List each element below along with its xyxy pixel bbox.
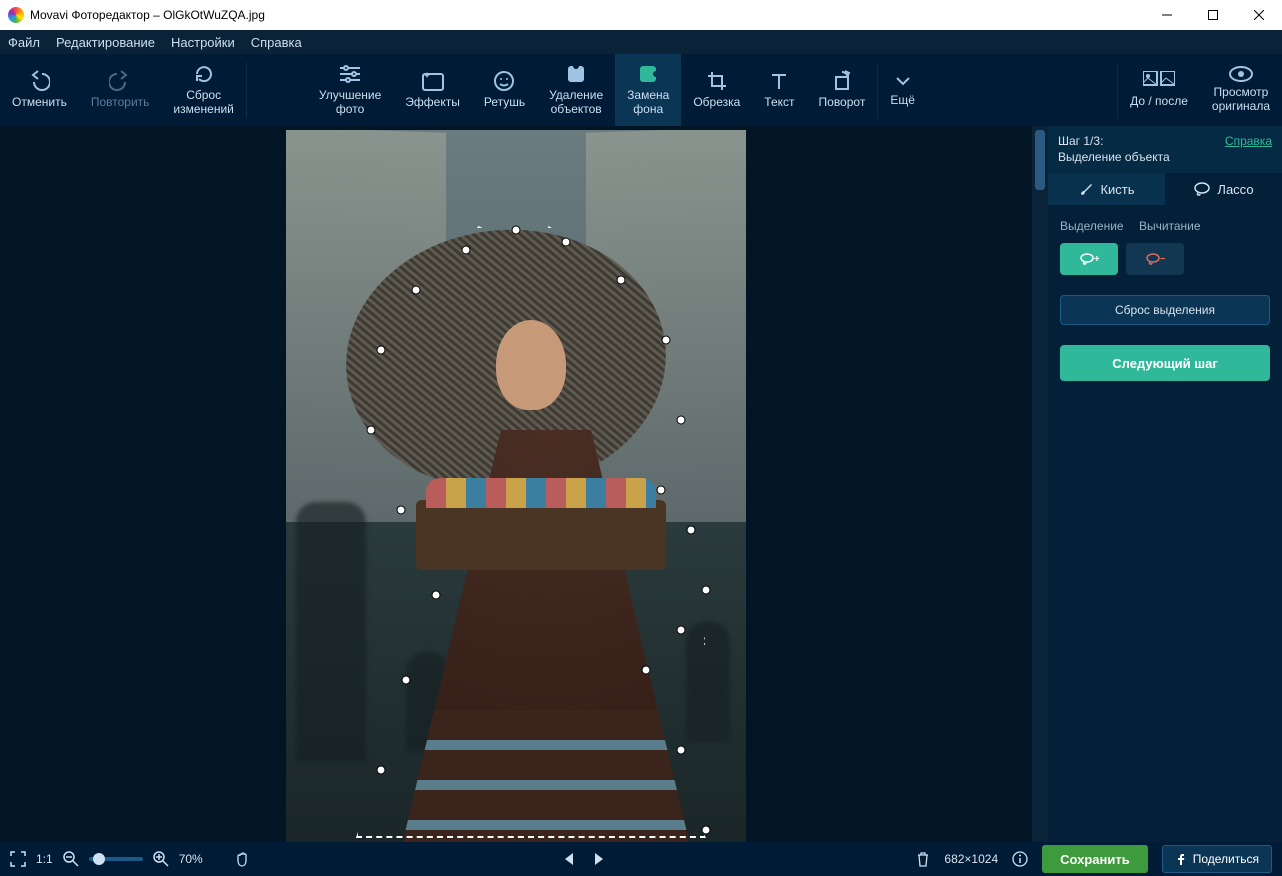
rotate-label: Поворот	[819, 96, 866, 110]
subtract-selection-button[interactable]: −	[1126, 243, 1184, 275]
prev-image-icon[interactable]	[563, 852, 575, 866]
sliders-icon	[338, 63, 362, 85]
tab-brush-label: Кисть	[1100, 182, 1134, 197]
menu-edit[interactable]: Редактирование	[56, 35, 155, 50]
bottombar: 1:1 70% 682×1024 Сохранить Поделиться	[0, 842, 1282, 876]
view-original-button[interactable]: Просмотр оригинала	[1200, 66, 1282, 114]
remove-label: Удаление объектов	[549, 89, 603, 117]
share-button[interactable]: Поделиться	[1162, 845, 1272, 873]
window-title: Movavi Фоторедактор – OlGkOtWuZQA.jpg	[30, 8, 265, 22]
undo-label: Отменить	[12, 96, 67, 110]
reset-label: Сброс изменений	[173, 89, 233, 117]
effects-button[interactable]: Эффекты	[393, 54, 472, 126]
titlebar: Movavi Фоторедактор – OlGkOtWuZQA.jpg	[0, 0, 1282, 30]
more-label: Ещё	[890, 94, 915, 108]
eye-icon	[1229, 66, 1253, 82]
enhance-button[interactable]: Улучшение фото	[307, 54, 393, 126]
rotate-button[interactable]: Поворот	[807, 54, 878, 126]
menu-file[interactable]: Файл	[8, 35, 40, 50]
svg-text:−: −	[1160, 254, 1165, 265]
fullscreen-icon[interactable]	[10, 851, 26, 867]
text-icon	[768, 70, 790, 92]
redo-icon	[109, 70, 131, 92]
hand-tool-icon[interactable]	[235, 850, 251, 868]
retouch-button[interactable]: Ретушь	[472, 54, 537, 126]
reset-selection-button[interactable]: Сброс выделения	[1060, 295, 1270, 325]
photo-canvas[interactable]	[286, 130, 746, 842]
crop-icon	[706, 70, 728, 92]
text-label: Текст	[764, 96, 794, 110]
canvas-area[interactable]	[0, 126, 1032, 842]
toolbar: Отменить Повторить Сброс изменений Улучш…	[0, 54, 1282, 126]
tab-lasso[interactable]: Лассо	[1165, 173, 1282, 205]
save-button[interactable]: Сохранить	[1042, 845, 1148, 873]
zoom-out-icon[interactable]	[63, 851, 79, 867]
image-dimensions: 682×1024	[944, 852, 998, 866]
redo-button[interactable]: Повторить	[79, 54, 162, 126]
effects-icon	[421, 70, 445, 92]
facebook-icon	[1175, 853, 1187, 865]
minimize-button[interactable]	[1144, 0, 1190, 30]
menu-help[interactable]: Справка	[251, 35, 302, 50]
puzzle-remove-icon	[565, 63, 587, 85]
brush-icon	[1078, 181, 1094, 197]
add-selection-button[interactable]: +	[1060, 243, 1118, 275]
lasso-icon	[1193, 182, 1211, 196]
side-panel: Шаг 1/3: Выделение объекта Справка Кисть…	[1048, 126, 1282, 842]
tab-lasso-label: Лассо	[1217, 182, 1253, 197]
retouch-label: Ретушь	[484, 96, 525, 110]
zoom-value: 70%	[179, 852, 203, 866]
menubar: Файл Редактирование Настройки Справка	[0, 30, 1282, 54]
help-link[interactable]: Справка	[1225, 134, 1272, 148]
menu-settings[interactable]: Настройки	[171, 35, 235, 50]
effects-label: Эффекты	[405, 96, 460, 110]
remove-objects-button[interactable]: Удаление объектов	[537, 54, 615, 126]
label-select: Выделение	[1060, 219, 1124, 233]
step-counter: Шаг 1/3:	[1058, 134, 1170, 150]
svg-text:+: +	[1094, 254, 1099, 265]
tab-brush[interactable]: Кисть	[1048, 173, 1165, 205]
share-label: Поделиться	[1193, 852, 1259, 866]
compare-icon	[1143, 71, 1175, 91]
undo-icon	[28, 70, 50, 92]
undo-button[interactable]: Отменить	[0, 54, 79, 126]
lasso-minus-icon: −	[1145, 252, 1165, 266]
more-button[interactable]: Ещё	[878, 54, 927, 126]
redo-label: Повторить	[91, 96, 150, 110]
chevron-down-icon	[894, 72, 912, 90]
replace-bg-label: Замена фона	[627, 89, 669, 117]
zoom-in-icon[interactable]	[153, 851, 169, 867]
close-button[interactable]	[1236, 0, 1282, 30]
enhance-label: Улучшение фото	[319, 89, 381, 117]
reset-changes-button[interactable]: Сброс изменений	[161, 54, 245, 126]
maximize-button[interactable]	[1190, 0, 1236, 30]
app-logo-icon	[8, 7, 24, 23]
label-subtract: Вычитание	[1139, 219, 1201, 233]
zoom-slider[interactable]	[89, 857, 143, 861]
view-original-label: Просмотр оригинала	[1212, 86, 1270, 114]
reset-icon	[193, 63, 215, 85]
info-icon[interactable]	[1012, 851, 1028, 867]
text-button[interactable]: Текст	[752, 54, 806, 126]
trash-icon[interactable]	[916, 851, 930, 867]
replace-bg-button[interactable]: Замена фона	[615, 54, 681, 126]
rotate-icon	[831, 70, 853, 92]
next-image-icon[interactable]	[593, 852, 605, 866]
face-icon	[493, 70, 515, 92]
vertical-scrollbar[interactable]	[1032, 126, 1048, 842]
crop-button[interactable]: Обрезка	[681, 54, 752, 126]
next-step-button[interactable]: Следующий шаг	[1060, 345, 1270, 381]
lasso-plus-icon: +	[1079, 252, 1099, 266]
fit-actual-button[interactable]: 1:1	[36, 852, 53, 866]
step-title: Выделение объекта	[1058, 150, 1170, 166]
before-after-button[interactable]: До / после	[1118, 71, 1200, 109]
before-after-label: До / после	[1130, 95, 1188, 109]
puzzle-swap-icon	[637, 63, 659, 85]
crop-label: Обрезка	[693, 96, 740, 110]
